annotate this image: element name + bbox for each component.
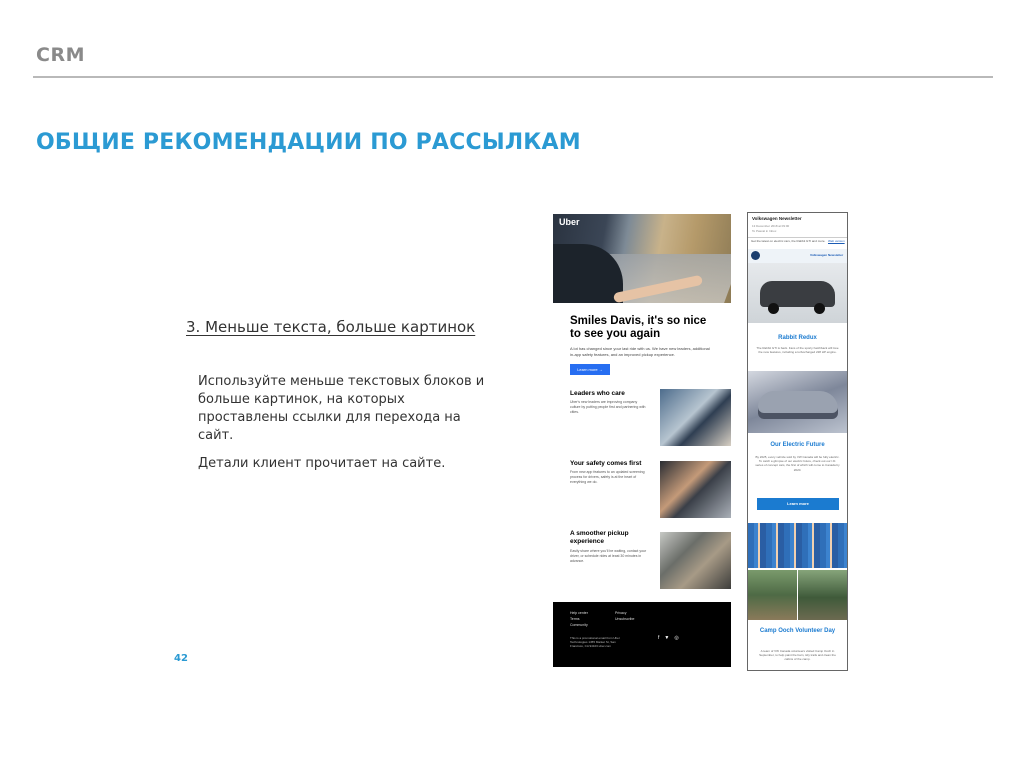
uber-greeting: Smiles Davis, it's so nice to see you ag… bbox=[570, 315, 707, 340]
car-window-shape bbox=[553, 244, 623, 303]
vw-crowd-image[interactable] bbox=[748, 523, 847, 568]
vw-web-version-link[interactable]: Web version bbox=[828, 239, 845, 243]
uber-section-text: Uber's new leaders are improving company… bbox=[570, 400, 646, 414]
uber-intro: A lot has changed since your last ride w… bbox=[570, 346, 710, 357]
instagram-icon[interactable]: ◎ bbox=[674, 635, 683, 641]
footer-link[interactable]: Help center bbox=[570, 611, 588, 615]
vw-block-heading: Rabbit Redux bbox=[778, 335, 817, 341]
vw-block-text: The Rabbit GTI is back. Fans of the spor… bbox=[756, 346, 839, 355]
footer-link[interactable]: Terms bbox=[570, 617, 580, 621]
vw-block-heading: Our Electric Future bbox=[770, 442, 825, 448]
footer-link[interactable]: Unsubscribe bbox=[615, 617, 634, 621]
section-label: CRM bbox=[36, 44, 85, 66]
uber-hero-image: Uber bbox=[553, 214, 731, 304]
wheel-shape bbox=[768, 303, 779, 314]
point-heading: 3. Меньше текста, больше картинок bbox=[186, 318, 476, 336]
vw-block-heading: Camp Ooch Volunteer Day bbox=[759, 628, 836, 634]
uber-section-title: A smoother pickup experience bbox=[570, 530, 629, 545]
vw-sender-line: To Pascal in Inbox bbox=[752, 229, 777, 233]
page-number: 42 bbox=[174, 653, 188, 664]
vw-header-band: Volkswagen Newsletter bbox=[748, 249, 847, 263]
uber-section-text: From new app features to an updated scre… bbox=[570, 470, 645, 484]
vw-email-example: Volkswagen Newsletter 13 December 2018 a… bbox=[747, 212, 848, 671]
vw-outdoor-image[interactable] bbox=[748, 570, 797, 620]
vw-golf-image[interactable] bbox=[748, 263, 847, 323]
divider bbox=[748, 237, 847, 238]
uber-section-text: Easily share where you'll be waiting, co… bbox=[570, 549, 647, 563]
vw-block-text: By 2025, every vehicle sold by VW Canada… bbox=[755, 455, 840, 472]
vw-preheader: Get the latest on electric cars, the Rab… bbox=[751, 239, 826, 243]
uber-section-title: Your safety comes first bbox=[570, 460, 642, 467]
body-paragraph-2: Детали клиент прочитает на сайте. bbox=[198, 456, 446, 471]
vw-logo-icon bbox=[751, 251, 760, 260]
uber-section-image[interactable] bbox=[660, 532, 731, 589]
header-divider bbox=[33, 76, 993, 78]
slide-title: ОБЩИЕ РЕКОМЕНДАЦИИ ПО РАССЫЛКАМ bbox=[36, 130, 581, 155]
uber-email-example: Uber Smiles Davis, it's so nice to see y… bbox=[553, 214, 731, 667]
vw-concept-image[interactable] bbox=[748, 371, 847, 433]
social-icons: f▼◎ bbox=[658, 635, 684, 641]
twitter-icon[interactable]: ▼ bbox=[664, 635, 674, 641]
vw-header-label: Volkswagen Newsletter bbox=[810, 253, 844, 257]
footer-link[interactable]: Community bbox=[570, 623, 588, 627]
body-paragraph-1: Используйте меньше текстовых блоков и бо… bbox=[198, 374, 485, 443]
vw-block-text: A team of VW Canada volunteers visited C… bbox=[759, 649, 836, 662]
vw-learn-more-button[interactable]: Learn more bbox=[757, 498, 839, 510]
car-shape bbox=[758, 391, 838, 419]
uber-section-image[interactable] bbox=[660, 389, 731, 446]
body-text: Используйте меньше текстовых блоков и бо… bbox=[198, 373, 498, 483]
uber-footer: Help center Privacy Terms Unsubscribe Co… bbox=[553, 602, 731, 667]
footer-fine-print: This is a promotional email from Uber Te… bbox=[570, 636, 620, 648]
uber-logo: Uber bbox=[559, 217, 580, 227]
uber-learn-more-button[interactable]: Learn more → bbox=[570, 364, 610, 375]
vw-date-line: 13 December 2018 at 09:00 bbox=[752, 224, 790, 228]
uber-section-image[interactable] bbox=[660, 461, 731, 518]
footer-link[interactable]: Privacy bbox=[615, 611, 626, 615]
uber-section-title: Leaders who care bbox=[570, 390, 625, 397]
vw-outdoor-image[interactable] bbox=[798, 570, 847, 620]
vw-newsletter-title: Volkswagen Newsletter bbox=[752, 216, 802, 221]
wheel-shape bbox=[814, 303, 825, 314]
